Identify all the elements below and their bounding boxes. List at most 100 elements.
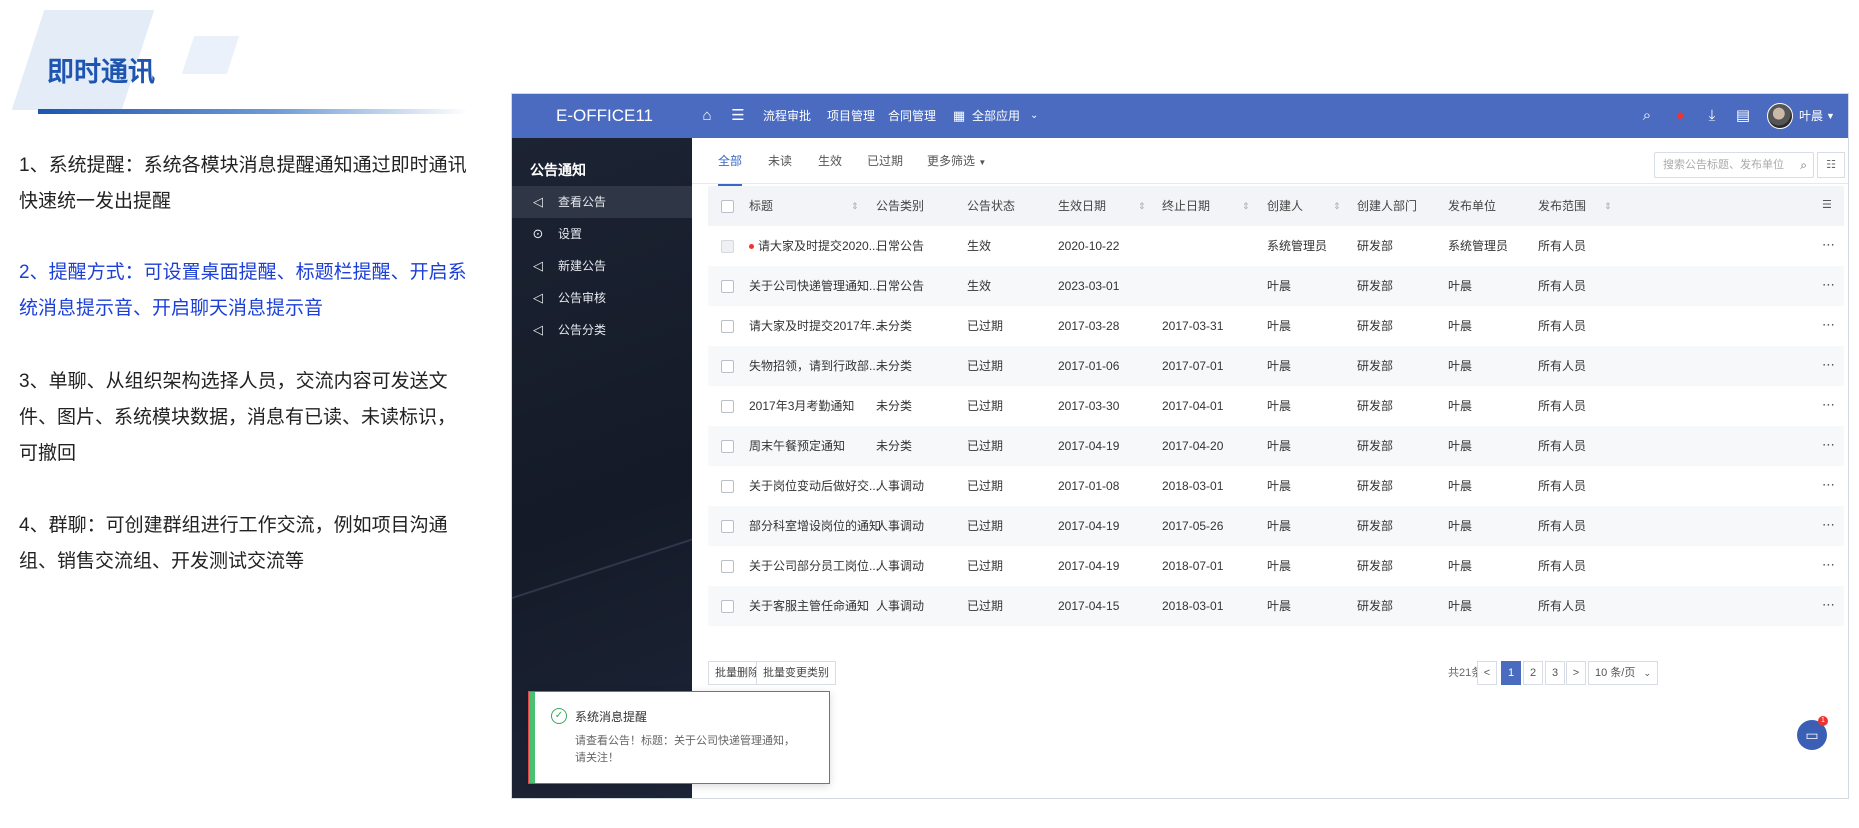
sidebar-item-new[interactable]: ◁ 新建公告 bbox=[512, 250, 692, 282]
table-row[interactable]: 关于岗位变动后做好交... 人事调动 已过期 2017-01-08 2018-03-01… bbox=[708, 466, 1844, 506]
page-2-button[interactable]: 2 bbox=[1523, 661, 1543, 685]
cell-publisher-text: 叶晨 bbox=[1448, 399, 1473, 413]
header-title[interactable]: 标题 bbox=[749, 186, 773, 226]
tab-unread[interactable]: 未读 bbox=[768, 138, 792, 184]
header-scope[interactable]: 发布范围 bbox=[1538, 186, 1586, 226]
cell-status: 已过期 bbox=[967, 506, 1003, 546]
row-checkbox[interactable] bbox=[721, 440, 734, 453]
table-row[interactable]: 关于客服主管任命通知 人事调动 已过期 2017-04-15 2018-03-01 叶晨 研… bbox=[708, 586, 1844, 626]
cell-title[interactable]: 关于公司快递管理通知... bbox=[749, 266, 879, 306]
cell-title[interactable]: 关于公司部分员工岗位... bbox=[749, 546, 879, 586]
table-row[interactable]: 请大家及时提交2020... 日常公告 生效 2020-10-22 系统管理员 研发部 系统… bbox=[708, 226, 1844, 266]
select-all-checkbox[interactable] bbox=[721, 200, 734, 213]
home-icon[interactable]: ⌂ bbox=[697, 106, 717, 126]
row-more-icon[interactable]: ⋯ bbox=[1822, 466, 1835, 504]
nav-link-process[interactable]: 流程审批 bbox=[763, 94, 811, 138]
header-start-date[interactable]: 生效日期 bbox=[1058, 186, 1106, 226]
sidebar-item-settings[interactable]: ⊙ 设置 bbox=[512, 218, 692, 250]
table-row[interactable]: 周末午餐预定通知 未分类 已过期 2017-04-19 2017-04-20 叶晨 研发部 叶… bbox=[708, 426, 1844, 466]
sort-icon[interactable]: ⇕ bbox=[851, 186, 859, 226]
header-status: 公告状态 bbox=[967, 199, 1016, 213]
row-checkbox[interactable] bbox=[721, 480, 734, 493]
row-more-icon[interactable]: ⋯ bbox=[1822, 346, 1835, 384]
column-toggle-icon[interactable]: ☰ bbox=[1822, 186, 1832, 224]
row-checkbox[interactable] bbox=[721, 240, 734, 253]
cell-start-date-text: 2017-04-19 bbox=[1058, 439, 1120, 453]
tab-expired[interactable]: 已过期 bbox=[867, 138, 903, 184]
row-more-icon[interactable]: ⋯ bbox=[1822, 306, 1835, 344]
header-end-date[interactable]: 终止日期 bbox=[1162, 186, 1210, 226]
cell-title[interactable]: 请大家及时提交2020... bbox=[749, 226, 879, 266]
row-more-icon[interactable]: ⋯ bbox=[1822, 586, 1835, 624]
cell-creator-dept: 研发部 bbox=[1357, 546, 1393, 586]
system-notification-toast[interactable]: ✓ 系统消息提醒 请查看公告！标题：关于公司快递管理通知，请关注！ bbox=[528, 691, 830, 784]
grid-icon[interactable]: ▦ bbox=[949, 106, 969, 126]
tab-more-filter[interactable]: 更多筛选 ▼ bbox=[927, 138, 986, 186]
document-icon[interactable]: ▤ bbox=[1733, 106, 1753, 126]
row-checkbox[interactable] bbox=[721, 560, 734, 573]
cell-title[interactable]: 2017年3月考勤通知 bbox=[749, 386, 854, 426]
menu-icon[interactable]: ☰ bbox=[728, 106, 748, 126]
table-row[interactable]: 请大家及时提交2017年... 未分类 已过期 2017-03-28 2017-03-3… bbox=[708, 306, 1844, 346]
cell-category-text: 未分类 bbox=[876, 439, 913, 453]
sidebar-item-category[interactable]: ◁ 公告分类 bbox=[512, 314, 692, 346]
row-more-icon[interactable]: ⋯ bbox=[1822, 546, 1835, 584]
row-checkbox[interactable] bbox=[721, 600, 734, 613]
user-name[interactable]: 叶晨 bbox=[1799, 94, 1823, 138]
page-size-select[interactable]: 10 条/页 ⌄ bbox=[1588, 661, 1658, 685]
cell-scope-text: 所有人员 bbox=[1538, 279, 1587, 293]
row-more-icon[interactable]: ⋯ bbox=[1822, 226, 1835, 264]
batch-change-category-button[interactable]: 批量变更类别 bbox=[756, 661, 836, 685]
next-page-button[interactable]: > bbox=[1566, 661, 1586, 685]
nav-all-apps[interactable]: 全部应用 bbox=[972, 94, 1020, 138]
table-row[interactable]: 失物招领，请到行政部... 未分类 已过期 2017-01-06 2017-07-01 叶… bbox=[708, 346, 1844, 386]
row-checkbox[interactable] bbox=[721, 280, 734, 293]
sort-icon[interactable]: ⇕ bbox=[1242, 186, 1250, 226]
row-more-icon[interactable]: ⋯ bbox=[1822, 506, 1835, 544]
column-settings-button[interactable]: ☷ bbox=[1817, 152, 1845, 178]
cell-title[interactable]: 关于客服主管任命通知 bbox=[749, 586, 869, 626]
cell-status-text: 生效 bbox=[967, 239, 992, 253]
row-checkbox[interactable] bbox=[721, 360, 734, 373]
header-creator[interactable]: 创建人 bbox=[1267, 186, 1303, 226]
search-input[interactable]: 搜索公告标题、发布单位 ⌕ bbox=[1654, 152, 1814, 178]
avatar[interactable] bbox=[1767, 103, 1793, 129]
row-checkbox[interactable] bbox=[721, 320, 734, 333]
page-1-button[interactable]: 1 bbox=[1501, 661, 1521, 685]
cell-publisher-text: 叶晨 bbox=[1448, 479, 1473, 493]
cell-title[interactable]: 请大家及时提交2017年... bbox=[749, 306, 882, 346]
sidebar-item-view[interactable]: ◁ 查看公告 bbox=[512, 186, 692, 218]
cell-publisher-text: 叶晨 bbox=[1448, 359, 1473, 373]
megaphone-icon: ◁ bbox=[533, 194, 543, 209]
row-checkbox[interactable] bbox=[721, 520, 734, 533]
row-more-icon[interactable]: ⋯ bbox=[1822, 426, 1835, 464]
sort-icon[interactable]: ⇕ bbox=[1138, 186, 1146, 226]
table-row[interactable]: 部分科室增设岗位的通知 人事调动 已过期 2017-04-19 2017-05-26 叶晨… bbox=[708, 506, 1844, 546]
page-3-button[interactable]: 3 bbox=[1545, 661, 1565, 685]
cell-publisher: 叶晨 bbox=[1448, 426, 1472, 466]
tab-effective[interactable]: 生效 bbox=[818, 138, 842, 184]
nav-link-contract[interactable]: 合同管理 bbox=[888, 94, 936, 138]
cell-title[interactable]: 部分科室增设岗位的通知 bbox=[749, 506, 881, 546]
table-row[interactable]: 2017年3月考勤通知 未分类 已过期 2017-03-30 2017-04-01 叶晨 研… bbox=[708, 386, 1844, 426]
cell-title[interactable]: 失物招领，请到行政部... bbox=[749, 346, 879, 386]
prev-page-button[interactable]: < bbox=[1477, 661, 1497, 685]
search-icon[interactable]: ⌕ bbox=[1637, 106, 1657, 126]
status-dot-icon[interactable]: ● bbox=[1670, 106, 1690, 126]
nav-link-project[interactable]: 项目管理 bbox=[827, 94, 875, 138]
row-more-icon[interactable]: ⋯ bbox=[1822, 266, 1835, 304]
table-row[interactable]: 关于公司快递管理通知... 日常公告 生效 2023-03-01 叶晨 研发部 叶晨 所有人员… bbox=[708, 266, 1844, 306]
table-row[interactable]: 关于公司部分员工岗位... 人事调动 已过期 2017-04-19 2018-07-01… bbox=[708, 546, 1844, 586]
sort-icon[interactable]: ⇕ bbox=[1604, 186, 1612, 226]
cell-title[interactable]: 周末午餐预定通知 bbox=[749, 426, 845, 466]
search-icon[interactable]: ⌕ bbox=[1800, 153, 1807, 177]
row-checkbox[interactable] bbox=[721, 400, 734, 413]
download-icon[interactable]: ⤓ bbox=[1702, 106, 1722, 126]
row-more-icon[interactable]: ⋯ bbox=[1822, 386, 1835, 424]
caret-down-icon[interactable]: ▼ bbox=[1826, 94, 1835, 138]
sidebar-item-review[interactable]: ◁ 公告审核 bbox=[512, 282, 692, 314]
sort-icon[interactable]: ⇕ bbox=[1333, 186, 1341, 226]
tab-all[interactable]: 全部 bbox=[718, 138, 743, 186]
chevron-down-icon[interactable]: ⌄ bbox=[1030, 94, 1038, 138]
cell-title[interactable]: 关于岗位变动后做好交... bbox=[749, 466, 879, 506]
